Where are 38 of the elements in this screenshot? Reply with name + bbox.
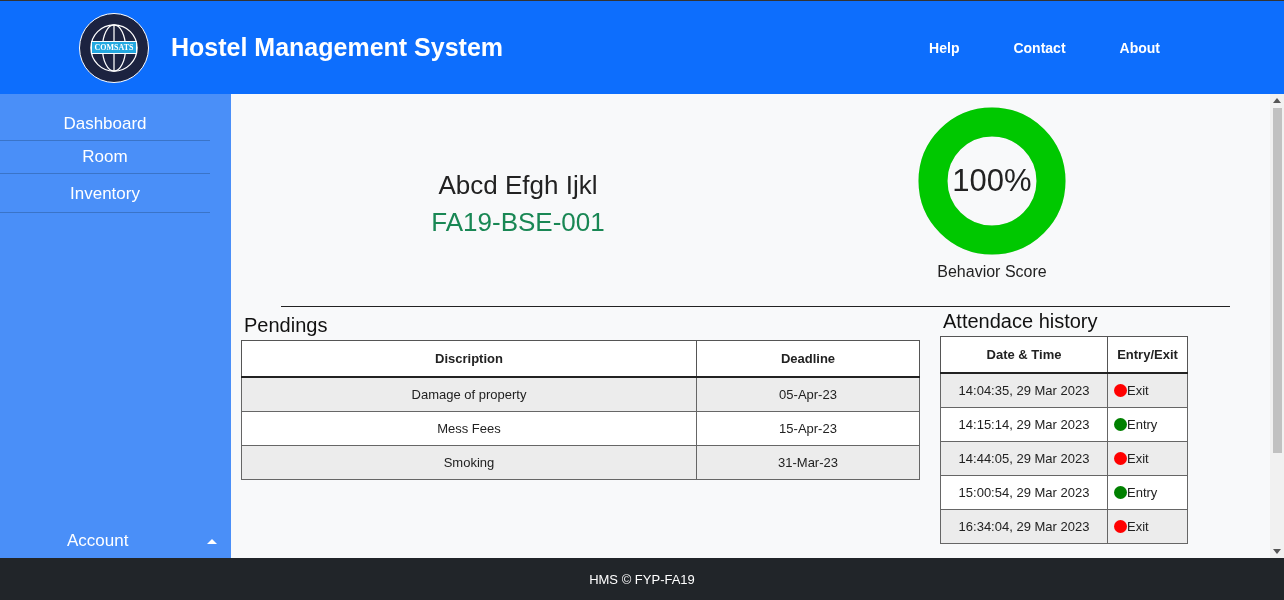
section-title: Pendings xyxy=(244,314,329,337)
table-cell: Exit xyxy=(1107,441,1188,476)
account-menu[interactable]: Account xyxy=(0,524,231,558)
nav-link[interactable]: Contact xyxy=(986,39,1093,56)
section-title: Attendace history xyxy=(943,310,1099,333)
sidebar-item[interactable]: Inventory xyxy=(0,174,210,213)
table-cell: Smoking xyxy=(241,445,697,480)
student-name: Abcd Efgh Ijkl xyxy=(438,169,598,201)
column-header: Date & Time xyxy=(940,336,1108,373)
table-cell: Entry xyxy=(1107,407,1188,442)
column-header: Entry/Exit xyxy=(1107,336,1188,373)
column-header: Deadline xyxy=(696,340,920,377)
table-cell: 14:15:14, 29 Mar 2023 xyxy=(940,407,1108,442)
table-cell: Mess Fees xyxy=(241,411,697,446)
table-cell: Damage of property xyxy=(241,377,697,412)
table-cell: 14:04:35, 29 Mar 2023 xyxy=(940,373,1108,408)
table-cell: 05-Apr-23 xyxy=(696,377,920,412)
registration-number: FA19-BSE-001 xyxy=(431,206,605,238)
column-header: Discription xyxy=(241,340,697,377)
footer-text: HMS © FYP-FA19 xyxy=(589,571,695,587)
table-cell: 16:34:04, 29 Mar 2023 xyxy=(940,509,1108,544)
table-cell: 14:44:05, 29 Mar 2023 xyxy=(940,441,1108,476)
table-cell: Entry xyxy=(1107,475,1188,510)
table-cell: 15:00:54, 29 Mar 2023 xyxy=(940,475,1108,510)
table-cell: 15-Apr-23 xyxy=(696,411,920,446)
sidebar-item[interactable]: Room xyxy=(0,141,210,174)
score-label: Behavior Score xyxy=(937,263,1047,281)
sidebar-item[interactable]: Dashboard xyxy=(0,94,210,141)
logo-text: COMSATS xyxy=(90,41,138,54)
table-cell: Exit xyxy=(1107,373,1188,408)
scrollbar[interactable] xyxy=(1270,94,1284,558)
app-title: Hostel Management System xyxy=(171,33,505,62)
nav-link[interactable]: About xyxy=(1092,39,1187,56)
account-label: Account xyxy=(67,531,129,551)
table-cell: Exit xyxy=(1107,509,1188,544)
table-cell: 31-Mar-23 xyxy=(696,445,920,480)
score-value: 100% xyxy=(952,163,1032,199)
nav-link[interactable]: Help xyxy=(902,39,987,56)
